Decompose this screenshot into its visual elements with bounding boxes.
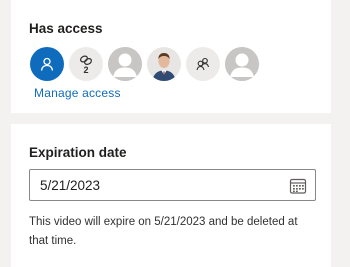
manage-access-link[interactable]: Manage access — [34, 86, 121, 100]
has-access-card: Has access 2 Manage access — [11, 0, 331, 113]
people-icon — [196, 57, 210, 71]
expiration-date-input[interactable]: 5/21/2023 — [29, 169, 316, 201]
person-silhouette-icon — [108, 47, 142, 81]
expiration-date-card: Expiration date 5/21/2023 This video wil… — [11, 124, 331, 267]
user-photo — [147, 47, 181, 81]
expiration-note: This video will expire on 5/21/2023 and … — [29, 216, 298, 247]
link-group-avatar[interactable]: 2 — [69, 47, 103, 81]
expiration-date-title: Expiration date — [29, 145, 127, 160]
scrollbar-track[interactable] — [336, 0, 350, 267]
person-icon — [40, 57, 54, 71]
person-silhouette-icon — [225, 47, 259, 81]
access-avatar-list: 2 — [30, 47, 259, 81]
owner-avatar[interactable] — [30, 47, 64, 81]
group-member-count: 2 — [83, 65, 89, 75]
has-access-title: Has access — [29, 21, 103, 36]
user-photo-avatar[interactable] — [147, 47, 181, 81]
people-group-avatar[interactable] — [186, 47, 220, 81]
user-avatar-placeholder[interactable] — [108, 47, 142, 81]
date-value: 5/21/2023 — [40, 178, 101, 193]
user-avatar-placeholder[interactable] — [225, 47, 259, 81]
calendar-icon[interactable] — [289, 177, 307, 195]
